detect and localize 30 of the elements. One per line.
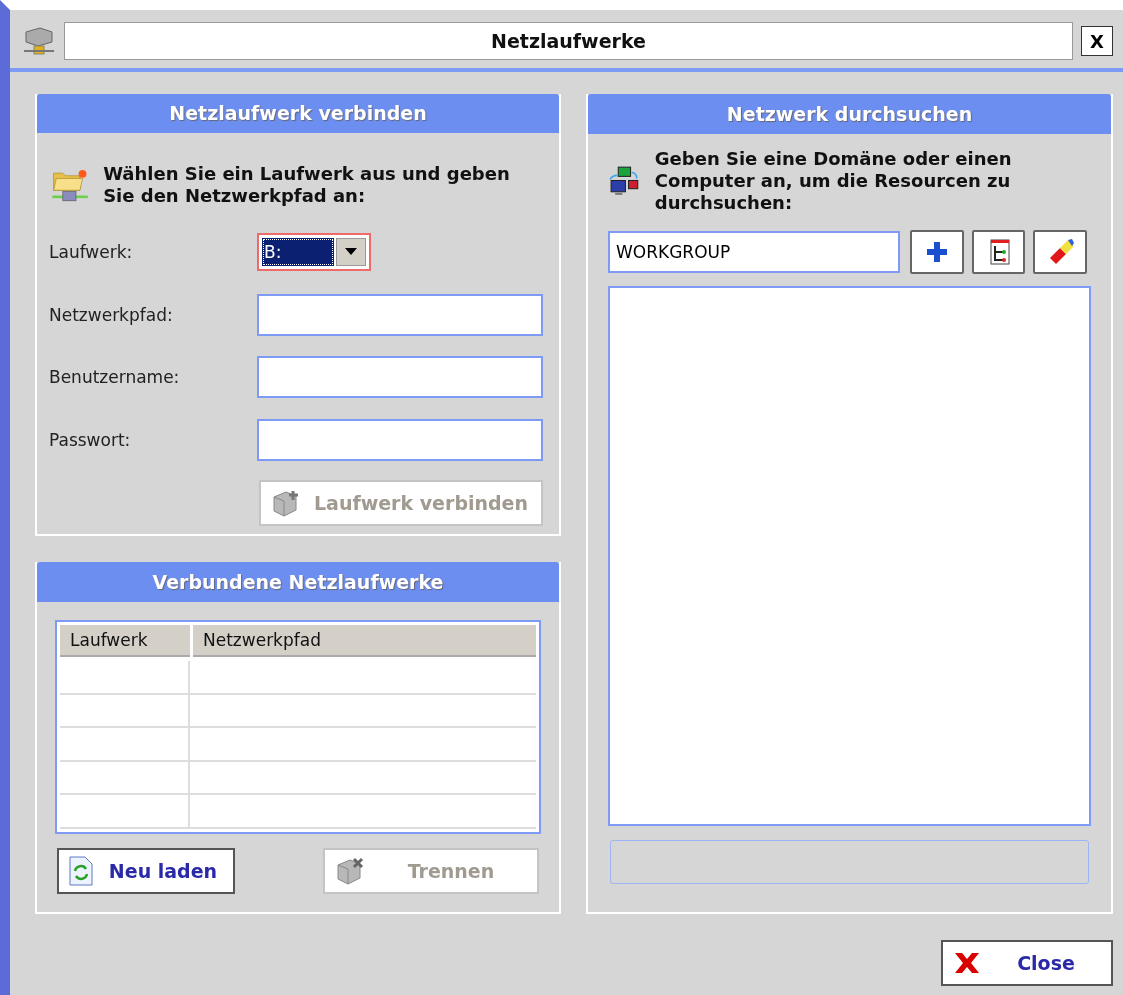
drive-add-icon: [271, 488, 301, 517]
column-header[interactable]: Laufwerk: [60, 625, 190, 657]
input-field[interactable]: [257, 419, 543, 461]
domain-field[interactable]: WORKGROUP: [608, 231, 900, 273]
tree-view-button[interactable]: [971, 230, 1026, 274]
instruction-text: Geben Sie eine Domäne oder einen Computer an, um die Resourcen zu durchsuchen:: [654, 148, 1013, 214]
drive-dropdown[interactable]: B:: [257, 232, 371, 271]
add-button[interactable]: [910, 230, 964, 274]
close-window-button[interactable]: X: [1081, 26, 1113, 56]
field-label: Passwort:: [49, 430, 132, 450]
clear-button[interactable]: [1033, 230, 1087, 274]
network-drive-icon: [22, 26, 56, 56]
reload-button[interactable]: Neu laden: [57, 848, 235, 894]
field-label: Netzwerkpfad:: [49, 304, 174, 325]
window-title: Netzlaufwerke: [64, 22, 1073, 60]
instruction-text: Wählen Sie ein Laufwerk aus und geben Sie den Netzwerkpfad an:: [103, 162, 511, 207]
column-header[interactable]: Netzwerkpfad: [193, 625, 536, 657]
drive-remove-icon: [335, 857, 365, 885]
field-label: Benutzername:: [49, 367, 181, 388]
panel-title: Verbundene Netzlaufwerke: [37, 562, 559, 602]
panel-title: Netzlaufwerk verbinden: [37, 94, 559, 133]
panel-title: Netzwerk durchsuchen: [588, 94, 1111, 134]
close-button[interactable]: Close: [941, 940, 1113, 986]
dropdown-arrow-icon: [345, 247, 357, 256]
plus-icon: [924, 240, 949, 264]
close-icon: [953, 951, 981, 975]
refresh-document-icon: [69, 856, 93, 886]
input-field[interactable]: [257, 356, 543, 399]
input-field[interactable]: [257, 293, 543, 336]
field-label: Laufwerk:: [49, 241, 134, 262]
